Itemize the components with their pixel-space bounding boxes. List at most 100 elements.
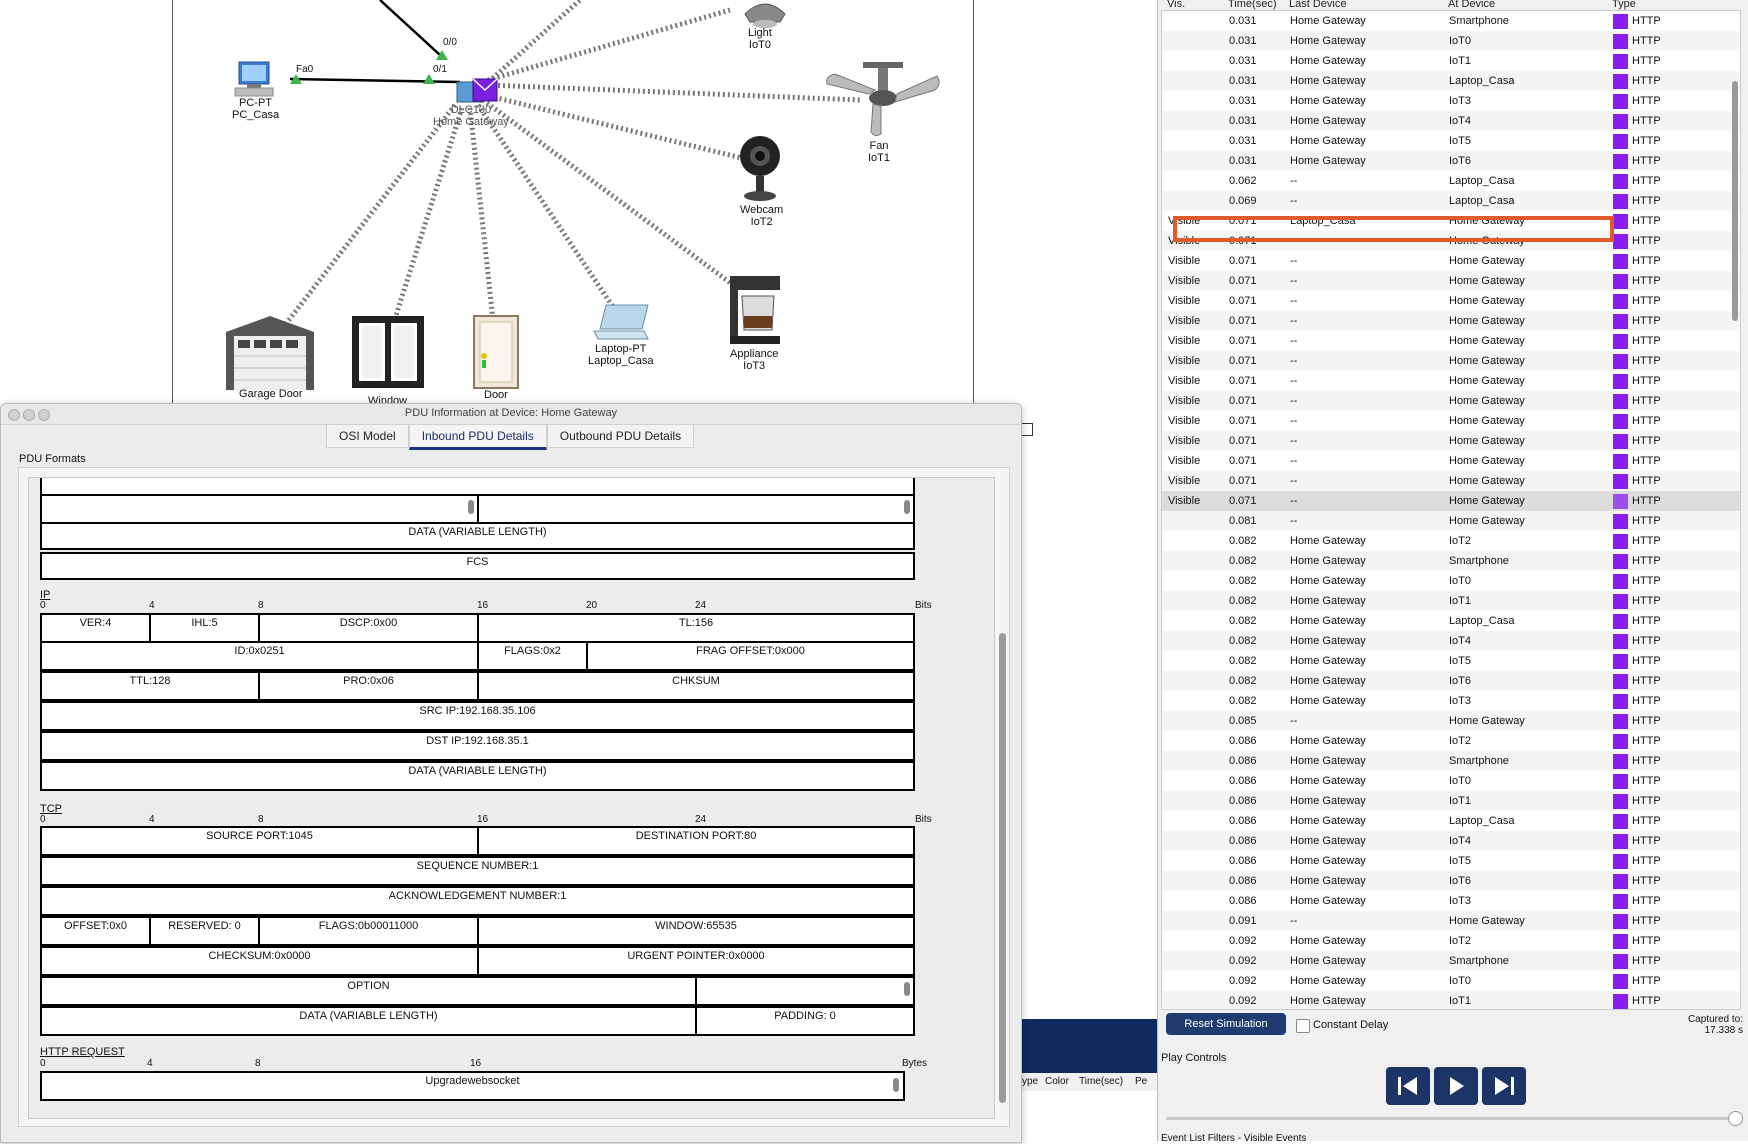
- event-row[interactable]: 0.031 Home Gateway Laptop_Casa HTTP: [1162, 71, 1740, 91]
- event-row[interactable]: Visible 0.071 -- Home Gateway HTTP: [1162, 271, 1740, 291]
- event-color-swatch: [1613, 574, 1628, 589]
- event-type: HTTP: [1632, 275, 1661, 287]
- col-vis[interactable]: Vis.: [1167, 0, 1185, 10]
- event-row[interactable]: 0.082 Home Gateway IoT1 HTTP: [1162, 591, 1740, 611]
- bit-tick: 8: [258, 600, 264, 611]
- network-canvas[interactable]: Light IoT0 Fan IoT1 Webcam IoT2 Appliance Io…: [0, 0, 1150, 436]
- event-row[interactable]: 0.092 Home Gateway IoT2 HTTP: [1162, 931, 1740, 951]
- event-row[interactable]: 0.031 Home Gateway IoT0 HTTP: [1162, 31, 1740, 51]
- tab-osi-model[interactable]: OSI Model: [326, 425, 409, 448]
- event-row[interactable]: 0.082 Home Gateway IoT6 HTTP: [1162, 671, 1740, 691]
- reset-simulation-button[interactable]: Reset Simulation: [1166, 1013, 1286, 1035]
- event-type: HTTP: [1632, 515, 1661, 527]
- event-color-swatch: [1613, 554, 1628, 569]
- field-scroll-knob[interactable]: [904, 982, 910, 996]
- event-row[interactable]: Visible 0.071 -- Home Gateway HTTP: [1162, 371, 1740, 391]
- field-scroll-knob[interactable]: [893, 1078, 899, 1092]
- event-row[interactable]: Visible 0.071 -- Home Gateway HTTP: [1162, 451, 1740, 471]
- event-row[interactable]: 0.081 -- Home Gateway HTTP: [1162, 511, 1740, 531]
- event-row[interactable]: 0.086 Home Gateway IoT6 HTTP: [1162, 871, 1740, 891]
- constant-delay-checkbox[interactable]: [1296, 1019, 1310, 1033]
- event-row[interactable]: 0.082 Home Gateway IoT4 HTTP: [1162, 631, 1740, 651]
- event-row[interactable]: 0.086 Home Gateway IoT0 HTTP: [1162, 771, 1740, 791]
- event-row[interactable]: 0.031 Home Gateway Smartphone HTTP: [1162, 11, 1740, 31]
- event-row[interactable]: Visible 0.071 -- Home Gateway HTTP: [1162, 431, 1740, 451]
- event-row[interactable]: 0.082 Home Gateway IoT3 HTTP: [1162, 691, 1740, 711]
- event-row[interactable]: 0.092 Home Gateway Smartphone HTTP: [1162, 951, 1740, 971]
- event-row[interactable]: 0.082 Home Gateway Laptop_Casa HTTP: [1162, 611, 1740, 631]
- event-row[interactable]: 0.092 Home Gateway IoT1 HTTP: [1162, 991, 1740, 1009]
- col-at-device[interactable]: At Device: [1448, 0, 1495, 10]
- event-row[interactable]: 0.031 Home Gateway IoT3 HTTP: [1162, 91, 1740, 111]
- event-row[interactable]: Visible 0.071 -- Home Gateway HTTP: [1162, 291, 1740, 311]
- event-vis: Visible: [1168, 335, 1201, 347]
- event-row[interactable]: 0.086 Home Gateway IoT3 HTTP: [1162, 891, 1740, 911]
- webcam-icon[interactable]: [738, 134, 782, 206]
- event-row[interactable]: 0.085 -- Home Gateway HTTP: [1162, 711, 1740, 731]
- event-list-table[interactable]: 0.031 Home Gateway Smartphone HTTP 0.031 Home…: [1161, 10, 1741, 1010]
- garage-door-icon[interactable]: [224, 314, 316, 392]
- event-row[interactable]: 0.091 -- Home Gateway HTTP: [1162, 911, 1740, 931]
- back-button[interactable]: [1386, 1067, 1430, 1105]
- tab-outbound-pdu-details[interactable]: Outbound PDU Details: [546, 425, 695, 448]
- laptop-icon[interactable]: [592, 303, 652, 345]
- event-row[interactable]: 0.031 Home Gateway IoT1 HTTP: [1162, 51, 1740, 71]
- event-row[interactable]: 0.062 -- Laptop_Casa HTTP: [1162, 171, 1740, 191]
- event-row[interactable]: Visible 0.071 -- Home Gateway HTTP: [1162, 391, 1740, 411]
- event-at-device: Home Gateway: [1449, 255, 1525, 267]
- event-row[interactable]: Visible 0.071 -- Home Gateway HTTP: [1162, 351, 1740, 371]
- pc-icon[interactable]: [233, 60, 277, 98]
- event-row[interactable]: Visible 0.071 -- Home Gateway HTTP: [1162, 311, 1740, 331]
- event-time: 0.081: [1229, 515, 1257, 527]
- event-row[interactable]: 0.082 Home Gateway IoT2 HTTP: [1162, 531, 1740, 551]
- event-row[interactable]: 0.082 Home Gateway IoT5 HTTP: [1162, 651, 1740, 671]
- event-row[interactable]: 0.031 Home Gateway IoT5 HTTP: [1162, 131, 1740, 151]
- event-time: 0.082: [1229, 595, 1257, 607]
- field-scroll-knob[interactable]: [468, 500, 474, 514]
- event-row[interactable]: Visible 0.071 -- Home Gateway HTTP: [1162, 331, 1740, 351]
- event-row[interactable]: 0.082 Home Gateway Smartphone HTTP: [1162, 551, 1740, 571]
- event-row[interactable]: 0.086 Home Gateway IoT2 HTTP: [1162, 731, 1740, 751]
- event-row[interactable]: 0.031 Home Gateway IoT6 HTTP: [1162, 151, 1740, 171]
- col-last-device[interactable]: Last Device: [1289, 0, 1346, 10]
- col-time[interactable]: Time(sec): [1228, 0, 1276, 10]
- event-type: HTTP: [1632, 495, 1661, 507]
- event-row[interactable]: 0.086 Home Gateway Laptop_Casa HTTP: [1162, 811, 1740, 831]
- col-type[interactable]: Type: [1612, 0, 1636, 10]
- event-row[interactable]: Visible 0.071 -- Home Gateway HTTP: [1162, 251, 1740, 271]
- event-list-filters-label: Event List Filters - Visible Events: [1161, 1133, 1307, 1144]
- event-row[interactable]: Visible 0.071 -- Home Gateway HTTP: [1162, 471, 1740, 491]
- door-icon[interactable]: [472, 314, 520, 390]
- event-row[interactable]: 0.086 Home Gateway IoT5 HTTP: [1162, 851, 1740, 871]
- event-row[interactable]: 0.086 Home Gateway IoT4 HTTP: [1162, 831, 1740, 851]
- event-color-swatch: [1613, 974, 1628, 989]
- tab-inbound-pdu-details[interactable]: Inbound PDU Details: [408, 425, 547, 450]
- event-time: 0.071: [1229, 355, 1257, 367]
- event-row[interactable]: 0.069 -- Laptop_Casa HTTP: [1162, 191, 1740, 211]
- event-row[interactable]: 0.086 Home Gateway IoT1 HTTP: [1162, 791, 1740, 811]
- event-row[interactable]: 0.031 Home Gateway IoT4 HTTP: [1162, 111, 1740, 131]
- event-row[interactable]: 0.092 Home Gateway IoT0 HTTP: [1162, 971, 1740, 991]
- play-speed-slider[interactable]: [1166, 1117, 1741, 1120]
- event-list-scrollbar[interactable]: [1732, 81, 1738, 321]
- play-speed-thumb[interactable]: [1728, 1111, 1743, 1126]
- event-row[interactable]: 0.082 Home Gateway IoT0 HTTP: [1162, 571, 1740, 591]
- play-button[interactable]: [1434, 1067, 1478, 1105]
- pdu-vertical-scrollbar[interactable]: [999, 633, 1006, 1103]
- home-gateway-icon[interactable]: [455, 76, 503, 106]
- window-icon[interactable]: [350, 314, 426, 390]
- fan-icon[interactable]: [825, 62, 940, 140]
- event-row[interactable]: Visible 0.071 -- Home Gateway HTTP: [1162, 491, 1740, 511]
- event-row[interactable]: 0.086 Home Gateway Smartphone HTTP: [1162, 751, 1740, 771]
- appliance-icon[interactable]: [728, 274, 782, 348]
- event-type: HTTP: [1632, 855, 1661, 867]
- ip-ttl: TTL:128: [40, 671, 260, 701]
- event-type: HTTP: [1632, 455, 1661, 467]
- field-scroll-knob[interactable]: [904, 500, 910, 514]
- captured-value: 17.338 s: [1704, 1025, 1743, 1036]
- event-row[interactable]: Visible 0.071 -- Home Gateway HTTP: [1162, 411, 1740, 431]
- capture-forward-button[interactable]: [1482, 1067, 1526, 1105]
- ip-protocol: PRO:0x06: [258, 671, 479, 701]
- ip-data: DATA (VARIABLE LENGTH): [40, 761, 915, 791]
- pdu-formats-scroll[interactable]: DATA (VARIABLE LENGTH) FCS IP 0 4 8 16 2…: [28, 477, 995, 1119]
